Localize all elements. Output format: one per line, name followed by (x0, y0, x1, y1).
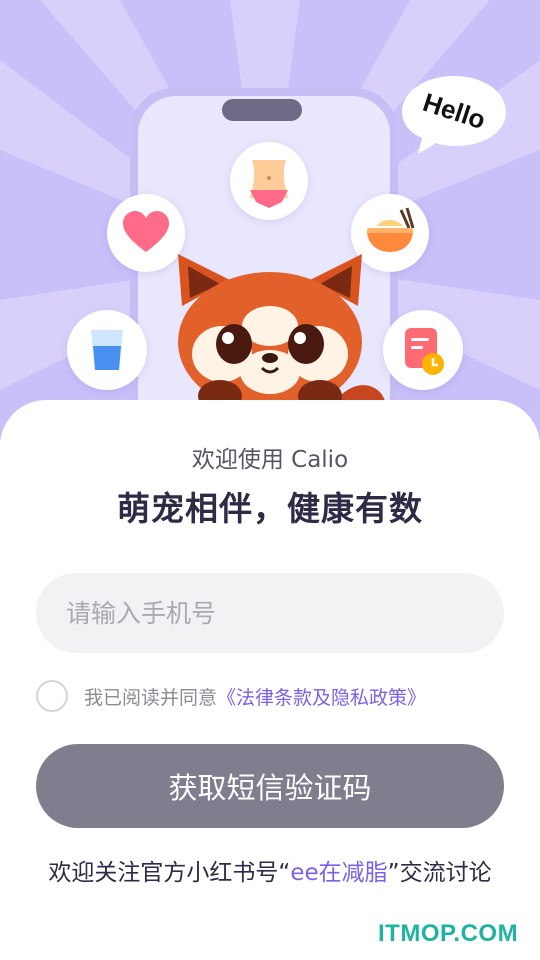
water-bubble (67, 310, 147, 390)
welcome-text: 欢迎使用 Calio (191, 447, 349, 473)
slogan-title: 萌宠相伴，健康有数 (117, 489, 423, 528)
agreement-row: 我已阅读并同意 《法律条款及隐私政策》 (36, 678, 426, 714)
phone-number-input[interactable] (36, 573, 504, 653)
follow-notice: 欢迎关注官方小红书号“ee在减脂”交流讨论 (40, 856, 500, 891)
record-timer-icon (405, 328, 444, 375)
get-sms-code-button[interactable]: 获取短信验证码 (36, 744, 504, 828)
water-glass-icon (91, 330, 123, 370)
site-watermark: ITMOP.COM (378, 920, 519, 947)
phone-notch (222, 99, 302, 121)
follow-prefix: 欢迎关注官方小红书号“ (48, 860, 291, 886)
agree-checkbox[interactable] (36, 680, 68, 712)
waist-icon (250, 160, 288, 208)
agree-label: 我已阅读并同意 (84, 686, 218, 709)
xiaohongshu-account: ee在减脂 (290, 860, 388, 886)
hello-speech-bubble: Hello (402, 76, 506, 154)
privacy-policy-link[interactable]: 《法律条款及隐私政策》 (217, 683, 426, 710)
red-panda-mascot (178, 254, 386, 416)
hero-illustration: Hello (0, 0, 540, 440)
waist-bubble (230, 142, 308, 220)
follow-suffix: ”交流讨论 (387, 860, 492, 886)
record-bubble (383, 310, 463, 390)
